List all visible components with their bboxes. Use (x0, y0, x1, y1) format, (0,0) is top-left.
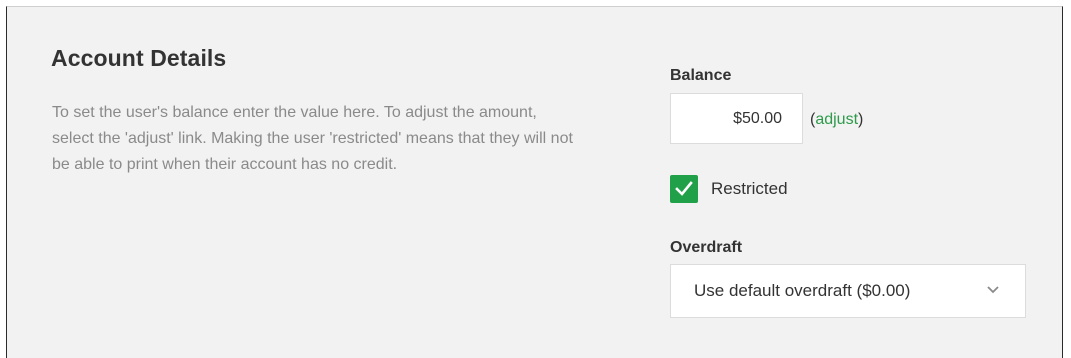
balance-label: Balance (670, 67, 732, 84)
section-description: To set the user's balance enter the valu… (52, 104, 573, 173)
chevron-down-icon (987, 286, 999, 294)
overdraft-label: Overdraft (670, 239, 743, 256)
section-title: Account Details (51, 45, 227, 71)
checkmark-icon (675, 181, 693, 196)
account-details-panel: Account Details To set the user's balanc… (6, 6, 1063, 358)
adjust-close-paren: ) (858, 111, 864, 128)
adjust-link[interactable]: adjust (815, 111, 858, 128)
overdraft-selected-value: Use default overdraft ($0.00) (694, 281, 911, 300)
adjust-wrapper: (adjust) (810, 111, 863, 129)
restricted-label: Restricted (711, 179, 788, 198)
restricted-checkbox[interactable] (670, 175, 698, 203)
balance-input[interactable] (670, 93, 803, 144)
overdraft-select[interactable]: Use default overdraft ($0.00) (670, 264, 1026, 318)
